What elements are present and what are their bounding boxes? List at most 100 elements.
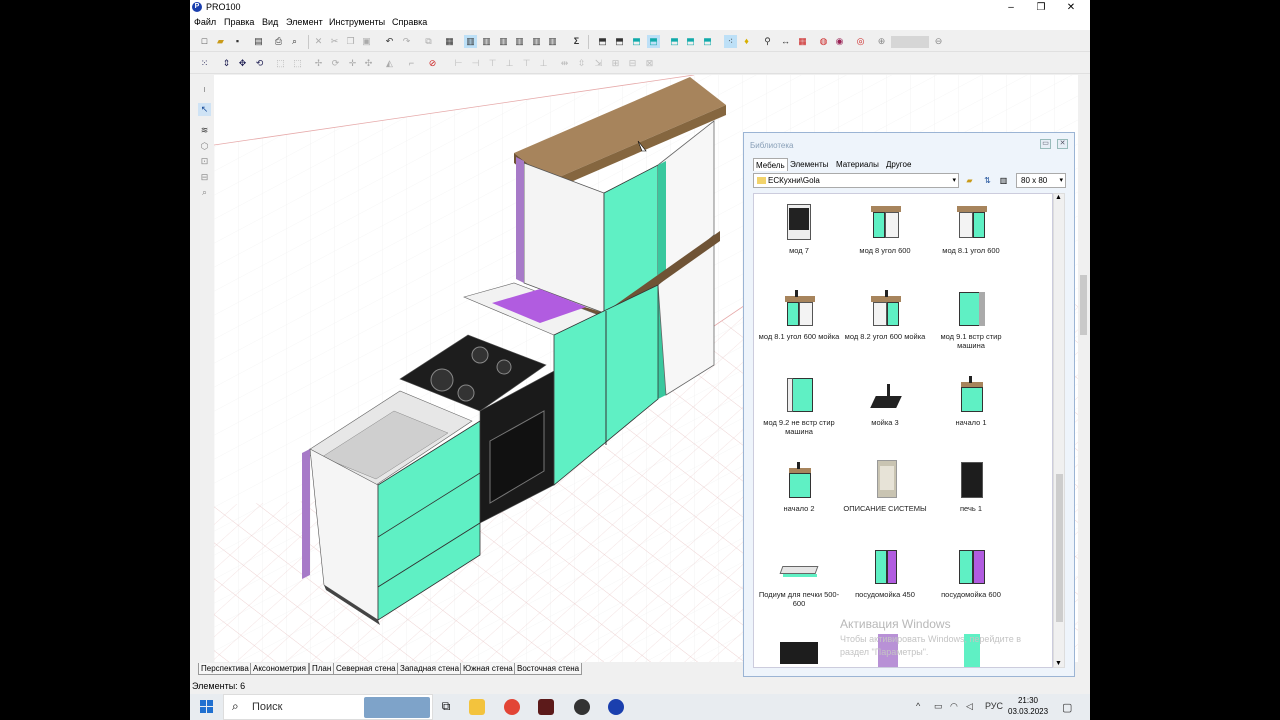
zoom-field[interactable]: [891, 36, 929, 48]
no-entry-icon[interactable]: ⊘: [426, 57, 439, 70]
minimize-button[interactable]: –: [996, 0, 1026, 15]
tray-volume-icon[interactable]: ◁: [966, 701, 973, 712]
align-top-icon[interactable]: ⊤: [486, 57, 499, 70]
pointer-icon[interactable]: ↖: [198, 103, 211, 116]
render-photo-icon[interactable]: ▥: [530, 35, 543, 48]
save-icon[interactable]: ▪: [231, 35, 244, 48]
tab-north-wall[interactable]: Северная стена: [333, 663, 399, 675]
chrome-icon[interactable]: [504, 699, 520, 715]
render-textured-icon[interactable]: ▥: [513, 35, 526, 48]
app-round-icon[interactable]: [574, 699, 590, 715]
view-mode-icon[interactable]: ▦: [443, 35, 456, 48]
area-icon[interactable]: ⊟: [198, 171, 211, 184]
box-view-5-icon[interactable]: ⬒: [668, 35, 681, 48]
library-path-select[interactable]: ЕСКухни\Gola ▾: [753, 173, 959, 188]
box-view-1-icon[interactable]: ⬒: [596, 35, 609, 48]
distribute-v-icon[interactable]: ⇳: [575, 57, 588, 70]
library-scrollbar[interactable]: ▲ ▼: [1053, 193, 1065, 668]
tray-wifi-icon[interactable]: ◠: [950, 701, 958, 712]
tab-axonometry[interactable]: Аксонометрия: [250, 663, 309, 675]
rotate-icon[interactable]: ⟲: [253, 57, 266, 70]
corner-icon[interactable]: ⌐: [405, 57, 418, 70]
render-edges-icon[interactable]: ▥: [546, 35, 559, 48]
library-item[interactable]: посудомойка 600: [928, 546, 1014, 599]
view-columns-icon[interactable]: ▥: [997, 174, 1010, 187]
undo-icon[interactable]: ↶: [383, 35, 396, 48]
tab-west-wall[interactable]: Западная стена: [397, 663, 463, 675]
mirror-icon[interactable]: ◭: [383, 57, 396, 70]
size-height-icon[interactable]: ⊠: [643, 57, 656, 70]
restore-button[interactable]: ❐: [1026, 0, 1056, 15]
close-button[interactable]: ✕: [1056, 0, 1086, 15]
taskbar-clock[interactable]: 21:30 03.03.2023: [1008, 695, 1048, 717]
app-dark-icon[interactable]: [538, 699, 554, 715]
sphere-icon[interactable]: ◉: [833, 35, 846, 48]
frame-group-icon[interactable]: ⬚: [291, 57, 304, 70]
render-solid-icon[interactable]: ▥: [464, 35, 477, 48]
sort-icon[interactable]: ⇅: [981, 174, 994, 187]
grid-snap-icon[interactable]: ⁙: [198, 57, 211, 70]
pro100-taskbar-icon[interactable]: [608, 699, 624, 715]
library-item[interactable]: мод 9.1 встр стир машина: [928, 288, 1014, 350]
zoom-tool-icon[interactable]: ⌕: [198, 186, 211, 199]
library-item[interactable]: мод 8.2 угол 600 мойка: [842, 288, 928, 341]
measure-icon[interactable]: ⊡: [198, 155, 211, 168]
library-item[interactable]: мод 9.2 не встр стир машина: [756, 374, 842, 436]
tab-elements[interactable]: Элементы: [788, 158, 830, 171]
move-icon[interactable]: ✥: [236, 57, 249, 70]
tab-furniture[interactable]: Мебель: [753, 158, 788, 171]
library-item[interactable]: мойка 3: [842, 374, 928, 427]
align-center-icon[interactable]: ⊣: [469, 57, 482, 70]
render-shaded-icon[interactable]: ▥: [497, 35, 510, 48]
size-equal-icon[interactable]: ⊞: [609, 57, 622, 70]
new-file-icon[interactable]: □: [198, 35, 211, 48]
delete-icon[interactable]: ✕: [312, 35, 325, 48]
sum-icon[interactable]: Σ: [570, 35, 583, 48]
library-scroll-thumb[interactable]: [1056, 474, 1063, 622]
align-back-icon[interactable]: ⊥: [537, 57, 550, 70]
box-view-2-icon[interactable]: ⬒: [613, 35, 626, 48]
walls-icon[interactable]: ≋: [198, 124, 211, 137]
menu-help[interactable]: Справка: [392, 17, 427, 27]
light-bulb-icon[interactable]: ♦: [740, 35, 753, 48]
grid-toggle-icon[interactable]: ▦: [796, 35, 809, 48]
box-view-4-icon[interactable]: ⬒: [647, 35, 660, 48]
open-folder-icon[interactable]: ▰: [214, 35, 227, 48]
menu-view[interactable]: Вид: [262, 17, 278, 27]
print-preview-icon[interactable]: ⌕: [288, 35, 301, 48]
scrollbar-thumb[interactable]: [1080, 275, 1087, 335]
tab-south-wall[interactable]: Южная стена: [460, 663, 516, 675]
menu-element[interactable]: Элемент: [286, 17, 323, 27]
tab-plan[interactable]: План: [309, 663, 335, 675]
tray-chevron-icon[interactable]: ^: [916, 701, 920, 711]
cut-icon[interactable]: ✂: [328, 35, 341, 48]
notification-icon[interactable]: ▢: [1062, 701, 1072, 714]
tab-other[interactable]: Другое: [884, 158, 913, 171]
library-item[interactable]: начало 2: [756, 460, 842, 513]
folder-up-icon[interactable]: ▰: [963, 174, 976, 187]
library-item[interactable]: начало 1: [928, 374, 1014, 427]
target-icon[interactable]: ◎: [854, 35, 867, 48]
windows-start-icon[interactable]: [200, 700, 214, 714]
align-icon[interactable]: ✢: [312, 57, 325, 70]
library-minimize-button[interactable]: ▭: [1040, 139, 1051, 149]
tab-perspective[interactable]: Перспектива: [198, 663, 252, 675]
group-icon[interactable]: ⧉: [422, 35, 435, 48]
tab-east-wall[interactable]: Восточная стена: [514, 663, 583, 675]
library-item[interactable]: мод 8 угол 600: [842, 202, 928, 255]
viewport-scrollbar[interactable]: [1078, 75, 1089, 662]
move-vertical-icon[interactable]: ⇕: [220, 57, 233, 70]
library-item[interactable]: печь 1: [928, 460, 1014, 513]
library-item[interactable]: мод 7: [756, 202, 842, 255]
paste-icon[interactable]: ▣: [360, 35, 373, 48]
print-icon[interactable]: ⎙: [272, 35, 285, 48]
scroll-up-icon[interactable]: ▲: [1055, 194, 1062, 201]
align-bottom-icon[interactable]: ⊤: [520, 57, 533, 70]
magnet-icon[interactable]: ⚲: [761, 35, 774, 48]
distribute-h-icon[interactable]: ⇹: [558, 57, 571, 70]
dimension-icon[interactable]: ↔: [779, 35, 792, 48]
properties-icon[interactable]: ▤: [252, 35, 265, 48]
frame-select-icon[interactable]: ⬚: [274, 57, 287, 70]
menu-edit[interactable]: Правка: [224, 17, 254, 27]
library-item[interactable]: мод 8.1 угол 600: [928, 202, 1014, 255]
